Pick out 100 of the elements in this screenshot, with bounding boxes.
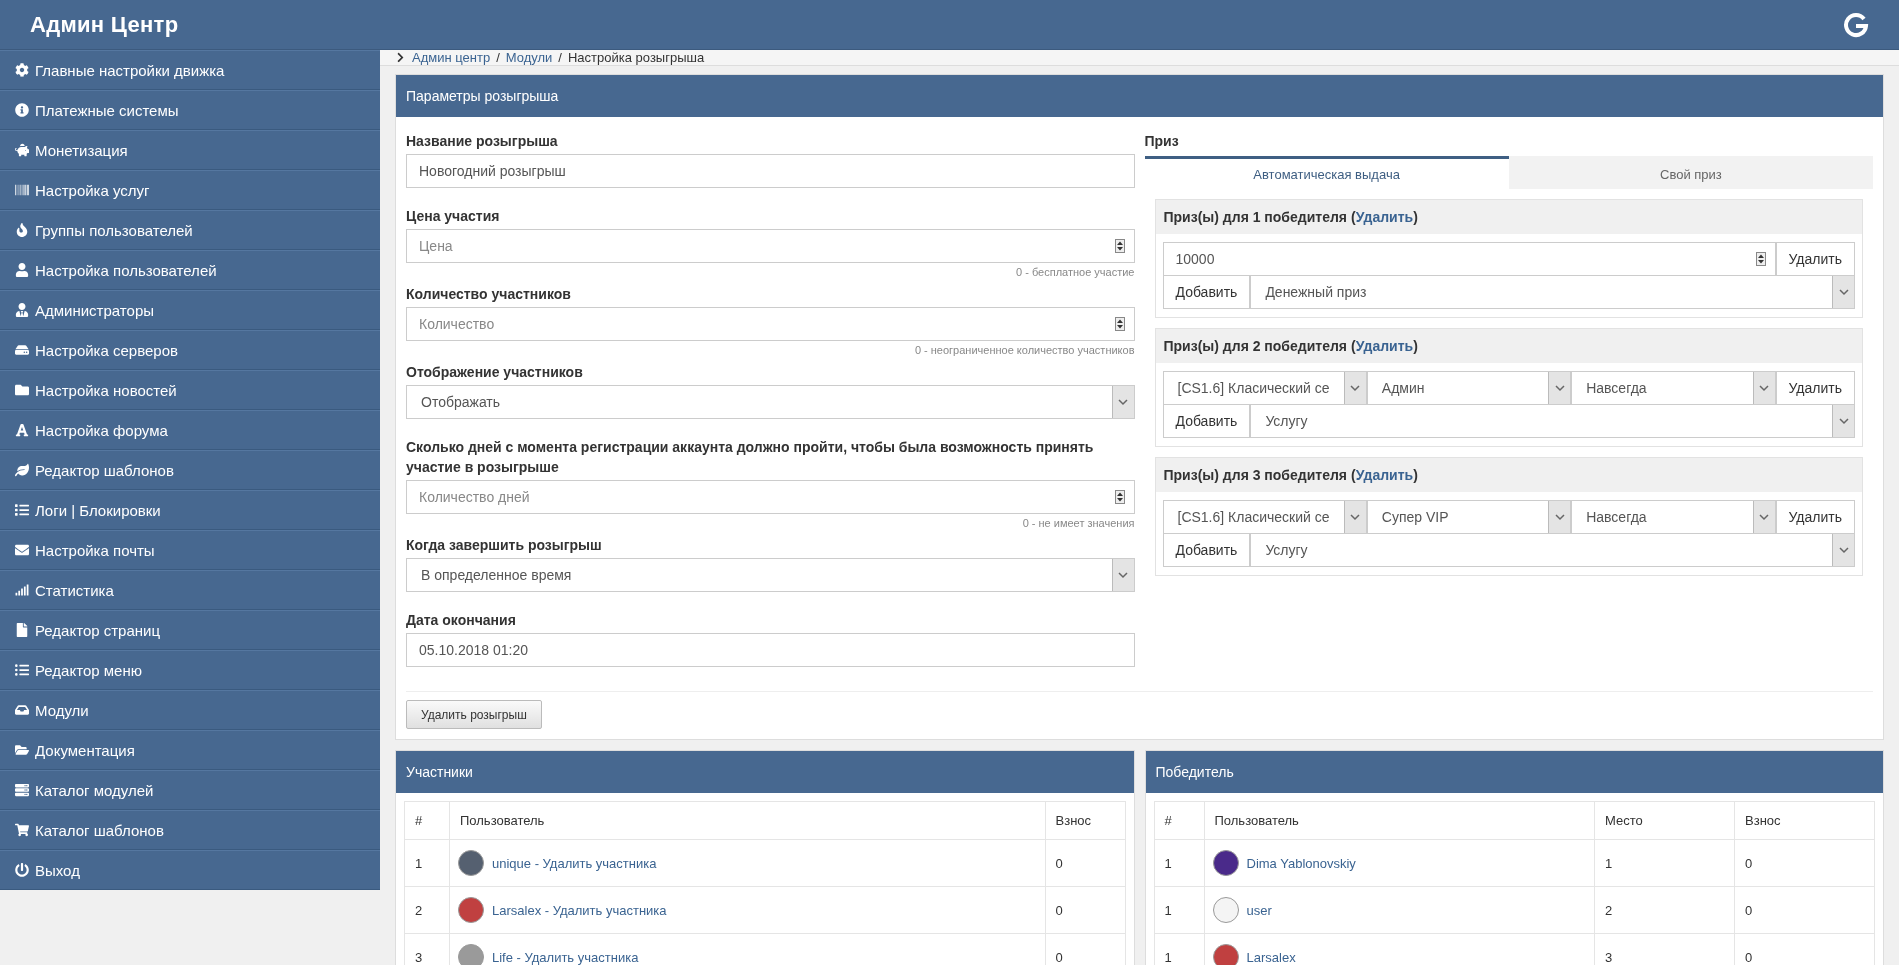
prize-type-select[interactable]: Денежный приз <box>1250 275 1855 309</box>
sidebar-item[interactable]: Платежные системы <box>0 90 380 130</box>
group-title: Приз(ы) для 1 победителя <box>1163 209 1347 225</box>
chevron-down-icon <box>1111 386 1134 418</box>
avatar <box>458 944 484 965</box>
sidebar-item[interactable]: Логи | Блокировки <box>0 490 380 530</box>
table-cell: 1 <box>1154 933 1204 965</box>
sidebar-item[interactable]: Администраторы <box>0 290 380 330</box>
text-field[interactable]: 05.10.2018 01:20 <box>406 633 1135 667</box>
number-field[interactable]: Количество <box>406 307 1135 341</box>
select-field[interactable]: В определенное время <box>406 558 1135 592</box>
user-link[interactable]: unique - Удалить участника <box>492 855 657 871</box>
field-label: Название розыгрыша <box>406 132 559 151</box>
tray-icon <box>15 703 29 717</box>
sidebar-item[interactable]: Группы пользователей <box>0 210 380 250</box>
sidebar-item[interactable]: Настройка новостей <box>0 370 380 410</box>
term-select[interactable]: Навсегда <box>1571 500 1776 534</box>
avatar <box>458 897 484 923</box>
remove-button[interactable]: Удалить <box>1775 371 1855 405</box>
sidebar-item[interactable]: Монетизация <box>0 130 380 170</box>
cart-icon <box>15 823 29 837</box>
sidebar-item[interactable]: Главные настройки движка <box>0 50 380 90</box>
prize-label: Приз <box>1144 132 1180 151</box>
header-cell: Пользователь <box>449 801 1045 840</box>
spinner-icon[interactable] <box>1114 239 1125 253</box>
server-select[interactable]: [CS1.6] Класический се <box>1162 500 1367 534</box>
header-cell: Взнос <box>1734 801 1875 840</box>
user-link[interactable]: Larsalex <box>1246 949 1296 965</box>
prize-type-select[interactable]: Услугу <box>1250 533 1855 567</box>
list-icon <box>15 663 29 677</box>
sidebar-item[interactable]: Редактор шаблонов <box>0 450 380 490</box>
header-cell: # <box>1154 801 1204 840</box>
add-button[interactable]: Добавить <box>1162 404 1251 438</box>
sidebar-item[interactable]: Редактор меню <box>0 650 380 690</box>
header-cell: Место <box>1594 801 1735 840</box>
server-select[interactable]: [CS1.6] Класический се <box>1162 371 1367 405</box>
parenthesis: ) <box>1413 209 1418 225</box>
spinner-icon[interactable] <box>1114 490 1125 504</box>
barcode-icon <box>15 183 29 197</box>
flame-icon <box>15 223 29 237</box>
breadcrumb-separator: / <box>558 50 562 65</box>
bars-icon <box>15 583 29 597</box>
user-link[interactable]: user <box>1246 902 1272 918</box>
table-cell: 2 <box>1594 886 1735 934</box>
select-field[interactable]: Отображать <box>406 385 1135 419</box>
list-icon <box>15 503 29 517</box>
sidebar-item[interactable]: Каталог шаблонов <box>0 810 380 850</box>
avatar <box>1212 850 1239 876</box>
service-select[interactable]: Супер VIP <box>1366 500 1572 534</box>
server-icon <box>15 783 29 797</box>
table-cell: 1 <box>1594 839 1735 887</box>
sidebar-item[interactable]: Настройка услуг <box>0 170 380 210</box>
remove-link[interactable]: Удалить <box>1355 209 1414 225</box>
info-icon <box>15 103 29 117</box>
breadcrumb-link[interactable]: Модули <box>505 50 553 65</box>
sidebar-item[interactable]: Редактор страниц <box>0 610 380 650</box>
prize-type-select[interactable]: Услугу <box>1250 404 1855 438</box>
sidebar-item[interactable]: Модули <box>0 690 380 730</box>
group-title: Приз(ы) для 2 победителя <box>1163 338 1347 354</box>
field-hint: 0 - неограниченное количество участников <box>914 344 1135 356</box>
text-field[interactable]: Новогодний розыгрыш <box>406 154 1135 188</box>
remove-button[interactable]: Удалить <box>1775 242 1855 276</box>
table-cell: 1 <box>1154 839 1204 887</box>
service-select[interactable]: Админ <box>1366 371 1572 405</box>
chevron-down-icon <box>1548 372 1571 404</box>
field-label: Когда завершить розыгрыш <box>406 536 603 555</box>
prize-tab[interactable]: Свой приз <box>1508 156 1873 189</box>
amount-field[interactable]: 10000 <box>1162 242 1776 276</box>
piggy-bank-icon <box>15 143 29 157</box>
spinner-icon[interactable] <box>1114 317 1125 331</box>
delete-giveaway-button[interactable]: Удалить розыгрыш <box>406 700 542 729</box>
add-button[interactable]: Добавить <box>1162 275 1251 309</box>
sidebar-item[interactable]: Выход <box>0 850 380 890</box>
breadcrumb-current: Настройка розыгрыша <box>567 50 705 65</box>
sidebar-item[interactable]: Настройка серверов <box>0 330 380 370</box>
user-link[interactable]: Life - Удалить участника <box>492 949 639 965</box>
panel-title: Участники <box>396 751 1134 793</box>
sidebar-item[interactable]: Документация <box>0 730 380 770</box>
remove-button[interactable]: Удалить <box>1775 500 1855 534</box>
drive-icon <box>15 343 29 357</box>
sidebar-item[interactable]: Настройка пользователей <box>0 250 380 290</box>
panel-title: Параметры розыгрыша <box>396 75 1883 117</box>
add-button[interactable]: Добавить <box>1162 533 1251 567</box>
user-link[interactable]: Dima Yablonovskiy <box>1246 855 1356 871</box>
sidebar-item[interactable]: Настройка форума <box>0 410 380 450</box>
number-field[interactable]: Количество дней <box>406 480 1135 514</box>
field-hint: 0 - не имеет значения <box>1022 517 1135 529</box>
sidebar-item[interactable]: Настройка почты <box>0 530 380 570</box>
logo-icon[interactable] <box>1843 11 1869 38</box>
user-link[interactable]: Larsalex - Удалить участника <box>492 902 667 918</box>
term-select[interactable]: Навсегда <box>1571 371 1776 405</box>
sidebar-item[interactable]: Статистика <box>0 570 380 610</box>
sidebar-item[interactable]: Каталог модулей <box>0 770 380 810</box>
remove-link[interactable]: Удалить <box>1355 467 1414 483</box>
remove-link[interactable]: Удалить <box>1355 338 1414 354</box>
number-field[interactable]: Цена <box>406 229 1135 263</box>
header-cell: # <box>404 801 450 840</box>
spinner-icon[interactable] <box>1755 252 1766 266</box>
parenthesis: ( <box>1351 209 1356 225</box>
breadcrumb-link[interactable]: Админ центр <box>412 50 491 65</box>
